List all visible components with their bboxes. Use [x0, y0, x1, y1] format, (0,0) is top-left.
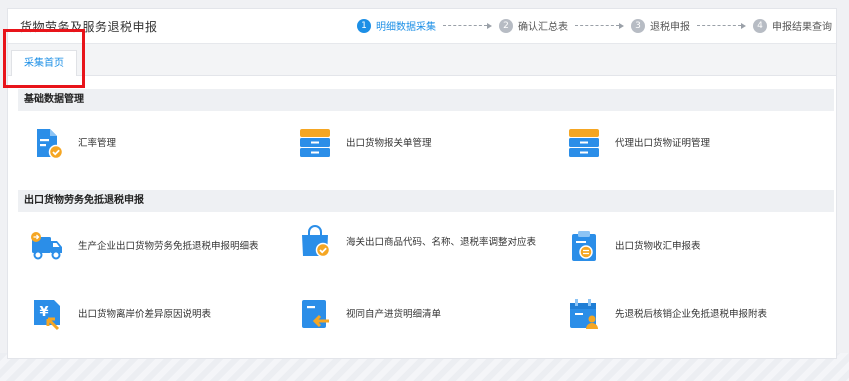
step-label: 退税申报 — [650, 22, 690, 33]
step-arrow-icon — [443, 22, 492, 29]
self-produced-purchase-list-link[interactable]: 视同自产进货明细清单 — [298, 297, 441, 331]
document-return-icon — [302, 300, 329, 328]
export-collection-report-link[interactable]: 出口货物收汇申报表 — [567, 229, 701, 263]
main-panel: 货物劳务及服务退税申报 1 明细数据采集 2 确认汇总表 3 退税申报 4 申报… — [7, 8, 837, 359]
step-label: 申报结果查询 — [772, 22, 832, 33]
cabinet-icon — [569, 129, 599, 157]
clipboard-exchange-icon — [572, 231, 596, 261]
calendar-user-icon — [570, 299, 598, 329]
document-check-icon — [37, 129, 64, 160]
step-arrow-icon — [697, 22, 746, 29]
delivery-truck-icon — [31, 232, 62, 260]
item-label: 汇率管理 — [78, 137, 117, 149]
tab-highlight-box — [3, 29, 85, 88]
tab-bar: 采集首页 — [8, 44, 836, 76]
step-number: 4 — [753, 18, 767, 33]
exchange-rate-management-link[interactable]: 汇率管理 — [30, 126, 116, 160]
customs-code-adjustment-link[interactable]: 海关出口商品代码、名称、退税率调整对应表 — [298, 225, 541, 259]
item-label: 出口货物收汇申报表 — [615, 240, 701, 252]
section-header-export-declaration: 出口货物劳务免抵退税申报 — [18, 190, 834, 212]
section-header-basic-data: 基础数据管理 — [18, 89, 834, 111]
step-arrow-icon — [575, 22, 624, 29]
item-label: 先退税后核销企业免抵退税申报附表 — [615, 308, 768, 320]
step-label: 确认汇总表 — [518, 22, 568, 33]
item-label: 视同自产进货明细清单 — [346, 308, 442, 320]
export-customs-declaration-link[interactable]: 出口货物报关单管理 — [298, 126, 432, 160]
progress-steps: 1 明细数据采集 2 确认汇总表 3 退税申报 4 申报结果查询 — [357, 18, 832, 33]
cabinet-icon — [300, 129, 330, 157]
step-3[interactable]: 3 退税申报 — [631, 18, 690, 33]
step-label: 明细数据采集 — [376, 22, 436, 33]
step-number: 1 — [357, 18, 371, 33]
item-label: 出口货物离岸价差异原因说明表 — [78, 308, 212, 320]
yen-arrow-icon: ¥ — [34, 300, 60, 331]
step-number: 2 — [499, 18, 513, 33]
step-2[interactable]: 2 确认汇总表 — [499, 18, 568, 33]
svg-text:¥: ¥ — [39, 305, 48, 320]
production-enterprise-detail-link[interactable]: 生产企业出口货物劳务免抵退税申报明细表 — [30, 229, 259, 263]
step-4[interactable]: 4 申报结果查询 — [753, 18, 832, 33]
step-number: 3 — [631, 18, 645, 33]
item-label: 代理出口货物证明管理 — [615, 137, 711, 149]
fob-difference-explanation-link[interactable]: ¥ 出口货物离岸价差异原因说明表 — [30, 297, 211, 331]
agent-export-certificate-link[interactable]: 代理出口货物证明管理 — [567, 126, 710, 160]
item-label: 出口货物报关单管理 — [346, 137, 432, 149]
refund-before-writeoff-schedule-link[interactable]: 先退税后核销企业免抵退税申报附表 — [567, 297, 767, 331]
item-label: 生产企业出口货物劳务免抵退税申报明细表 — [78, 240, 259, 252]
shopping-bag-check-icon — [302, 225, 331, 258]
step-1[interactable]: 1 明细数据采集 — [357, 18, 436, 33]
page-header: 货物劳务及服务退税申报 1 明细数据采集 2 确认汇总表 3 退税申报 4 申报… — [8, 9, 836, 44]
item-label: 海关出口商品代码、名称、退税率调整对应表 — [346, 236, 537, 248]
